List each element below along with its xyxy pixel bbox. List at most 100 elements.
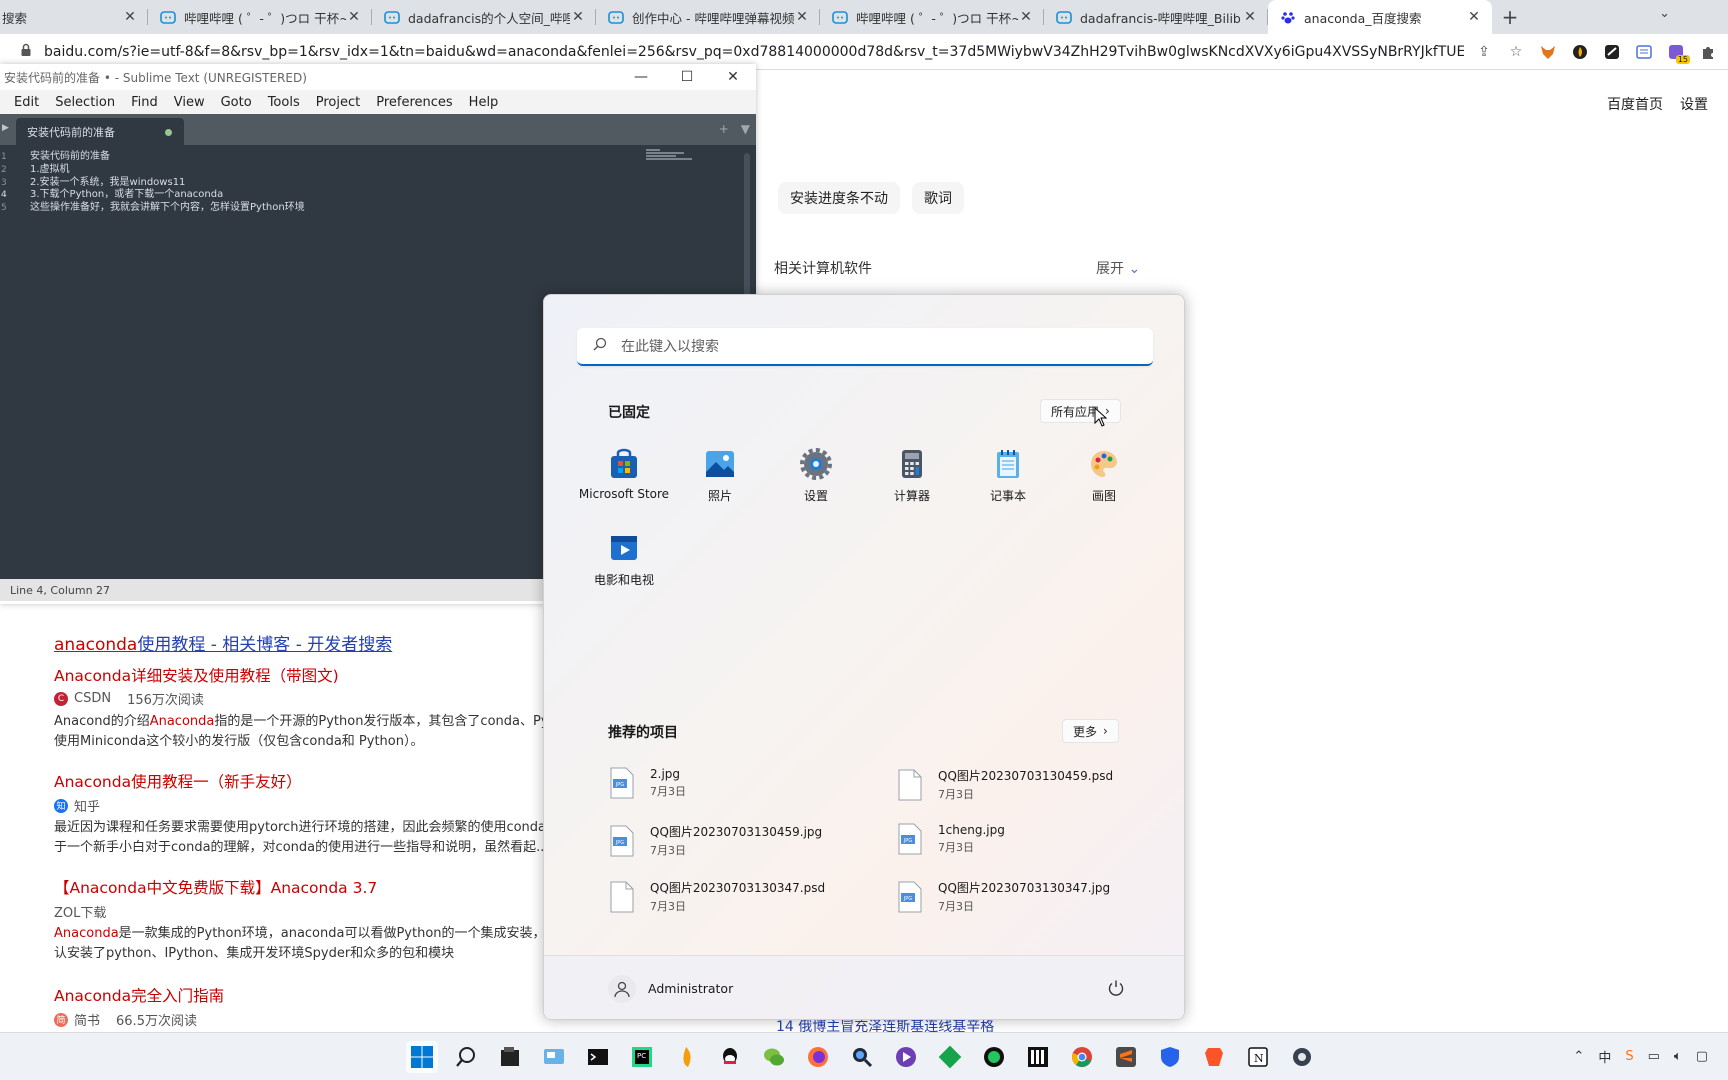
result-title[interactable]: Anaconda完全入门指南 — [54, 984, 224, 1006]
menu-tools[interactable]: Tools — [268, 95, 300, 110]
extension-paper-icon[interactable] — [1602, 42, 1622, 62]
browser-tab[interactable]: dadafrancis-哔哩哔哩_Bilibili ✕ — [1044, 0, 1268, 34]
pinned-app-photos[interactable]: 照片 — [672, 445, 768, 515]
sidebar-toggle-icon[interactable]: ▶ — [2, 123, 9, 133]
all-apps-button[interactable]: 所有应用 › — [1040, 399, 1121, 423]
bookmark-star-icon[interactable]: ☆ — [1506, 42, 1526, 62]
sublime-icon[interactable] — [1110, 1041, 1142, 1073]
new-tab-button[interactable]: + — [1492, 0, 1528, 34]
notification-icon[interactable]: ▢ — [1696, 1049, 1708, 1064]
browser-tab[interactable]: 哔哩哔哩 ( ゜- ゜)つロ 干杯~-bilibili ✕ — [148, 0, 372, 34]
git-icon[interactable] — [934, 1041, 966, 1073]
result-main-link[interactable]: anaconda使用教程 - 相关博客 - 开发者搜索 — [54, 630, 392, 655]
chrome-icon[interactable] — [1066, 1041, 1098, 1073]
file-explorer-icon[interactable] — [494, 1041, 526, 1073]
close-icon[interactable]: ✕ — [710, 64, 756, 90]
notion-icon[interactable]: N — [1242, 1041, 1274, 1073]
search-app-icon[interactable] — [846, 1041, 878, 1073]
expand-button[interactable]: 展开 ⌄ — [1096, 258, 1140, 278]
result-title[interactable]: 【Anaconda中文免费版下载】Anaconda 3.7 — [54, 876, 377, 898]
browser-tab-active[interactable]: anaconda_百度搜索 ✕ — [1268, 0, 1492, 34]
tab-close-icon[interactable]: ✕ — [1466, 9, 1482, 25]
pinned-app-movies-tv[interactable]: 电影和电视 — [576, 529, 672, 599]
menu-selection[interactable]: Selection — [55, 95, 115, 110]
extension-fox-icon[interactable] — [1538, 42, 1558, 62]
menu-goto[interactable]: Goto — [221, 95, 252, 110]
display-icon[interactable]: ▭ — [1648, 1049, 1660, 1064]
result-title[interactable]: Anaconda使用教程一（新手友好） — [54, 770, 302, 792]
wechat-icon[interactable] — [758, 1041, 790, 1073]
sublime-file-tab[interactable]: 安装代码前的准备 — [16, 118, 184, 145]
tray-app-icon[interactable]: S — [1625, 1049, 1633, 1064]
more-button[interactable]: 更多 › — [1062, 719, 1119, 743]
extension-flame-icon[interactable] — [1570, 42, 1590, 62]
tab-close-icon[interactable]: ✕ — [122, 9, 138, 25]
app-green-icon[interactable] — [978, 1041, 1010, 1073]
pycharm-icon[interactable]: PC — [626, 1041, 658, 1073]
extension-badge-icon[interactable]: 15 — [1666, 42, 1690, 64]
related-search-chip[interactable]: 歌词 — [912, 182, 964, 214]
url-input[interactable]: baidu.com/s?ie=utf-8&f=8&rsv_bp=1&rsv_id… — [44, 44, 1464, 60]
tab-list-chevron-icon[interactable]: ▼ — [741, 122, 750, 136]
pinned-app-paint[interactable]: 画图 — [1056, 445, 1152, 515]
pinned-app-settings[interactable]: 设置 — [768, 445, 864, 515]
extensions-puzzle-icon[interactable] — [1698, 42, 1718, 62]
minimize-icon[interactable]: — — [618, 64, 664, 90]
menu-project[interactable]: Project — [316, 95, 360, 110]
result-title[interactable]: Anaconda详细安装及使用教程（带图文) — [54, 664, 339, 686]
control-panel-icon[interactable] — [538, 1041, 570, 1073]
tray-chevron-up-icon[interactable]: ⌃ — [1573, 1049, 1584, 1064]
obs-icon[interactable] — [890, 1041, 922, 1073]
windows-start-icon[interactable] — [406, 1041, 438, 1073]
browser-tab[interactable]: 搜索 ✕ — [0, 0, 148, 34]
recommended-item[interactable]: JPG 1cheng.jpg 7月3日 — [896, 823, 1005, 855]
power-icon[interactable] — [1104, 976, 1128, 1000]
browser-tab[interactable]: 创作中心 - 哔哩哔哩弹幕视频网 ✕ — [596, 0, 820, 34]
tab-close-icon[interactable]: ✕ — [570, 9, 586, 25]
menu-preferences[interactable]: Preferences — [376, 95, 452, 110]
app-flame-icon[interactable] — [670, 1041, 702, 1073]
tab-title: anaconda_百度搜索 — [1304, 10, 1422, 26]
pinned-app-notepad[interactable]: 记事本 — [960, 445, 1056, 515]
share-icon[interactable]: ⇪ — [1474, 42, 1494, 62]
recommended-item[interactable]: JPG QQ图片20230703130347.jpg 7月3日 — [896, 879, 1110, 914]
related-search-chip[interactable]: 安装进度条不动 — [778, 182, 900, 214]
baidu-home-link[interactable]: 百度首页 — [1607, 94, 1663, 114]
menu-help[interactable]: Help — [469, 95, 499, 110]
qq-icon[interactable] — [714, 1041, 746, 1073]
brave-icon[interactable] — [1198, 1041, 1230, 1073]
gear-app-icon[interactable] — [1286, 1041, 1318, 1073]
tab-close-icon[interactable]: ✕ — [346, 9, 362, 25]
volume-icon[interactable]: 🔈︎ — [1674, 1049, 1682, 1064]
recommended-item[interactable]: QQ图片20230703130347.psd 7月3日 — [608, 879, 825, 914]
recommended-item[interactable]: JPG 2.jpg 7月3日 — [608, 767, 686, 799]
firefox-icon[interactable] — [802, 1041, 834, 1073]
tab-search-chevron-icon[interactable]: ⌄ — [1659, 6, 1670, 21]
minimap[interactable] — [646, 149, 692, 163]
terminal-icon[interactable] — [582, 1041, 614, 1073]
shield-app-icon[interactable] — [1154, 1041, 1186, 1073]
extension-list-icon[interactable] — [1634, 42, 1654, 62]
code-text[interactable]: 安装代码前的准备 1.虚拟机 2.安装一个系统，我是windows11 3.下载… — [30, 151, 305, 215]
menu-edit[interactable]: Edit — [14, 95, 39, 110]
lock-icon[interactable] — [20, 43, 38, 60]
ime-indicator[interactable]: 中 — [1598, 1047, 1611, 1066]
tab-close-icon[interactable]: ✕ — [794, 9, 810, 25]
new-tab-plus-icon[interactable]: + — [719, 122, 729, 136]
search-icon[interactable] — [450, 1041, 482, 1073]
tab-close-icon[interactable]: ✕ — [1242, 9, 1258, 25]
jetbrains-icon[interactable] — [1022, 1041, 1054, 1073]
start-search-input[interactable]: 在此键入以搜索 — [577, 328, 1153, 366]
recommended-item[interactable]: QQ图片20230703130459.psd 7月3日 — [896, 767, 1113, 802]
tab-close-icon[interactable]: ✕ — [1018, 9, 1034, 25]
browser-tab[interactable]: 哔哩哔哩 ( ゜- ゜)つロ 干杯~-bilibili ✕ — [820, 0, 1044, 34]
menu-find[interactable]: Find — [131, 95, 158, 110]
user-account-button[interactable]: Administrator — [608, 974, 733, 1003]
pinned-app-calculator[interactable]: 计算器 — [864, 445, 960, 515]
maximize-icon[interactable]: ☐ — [664, 64, 710, 90]
browser-tab[interactable]: dadafrancis的个人空间_哔哩哔哩 ✕ — [372, 0, 596, 34]
baidu-settings-link[interactable]: 设置 — [1680, 94, 1708, 114]
menu-view[interactable]: View — [174, 95, 205, 110]
pinned-app-store[interactable]: Microsoft Store — [576, 445, 672, 515]
recommended-item[interactable]: JPG QQ图片20230703130459.jpg 7月3日 — [608, 823, 822, 858]
